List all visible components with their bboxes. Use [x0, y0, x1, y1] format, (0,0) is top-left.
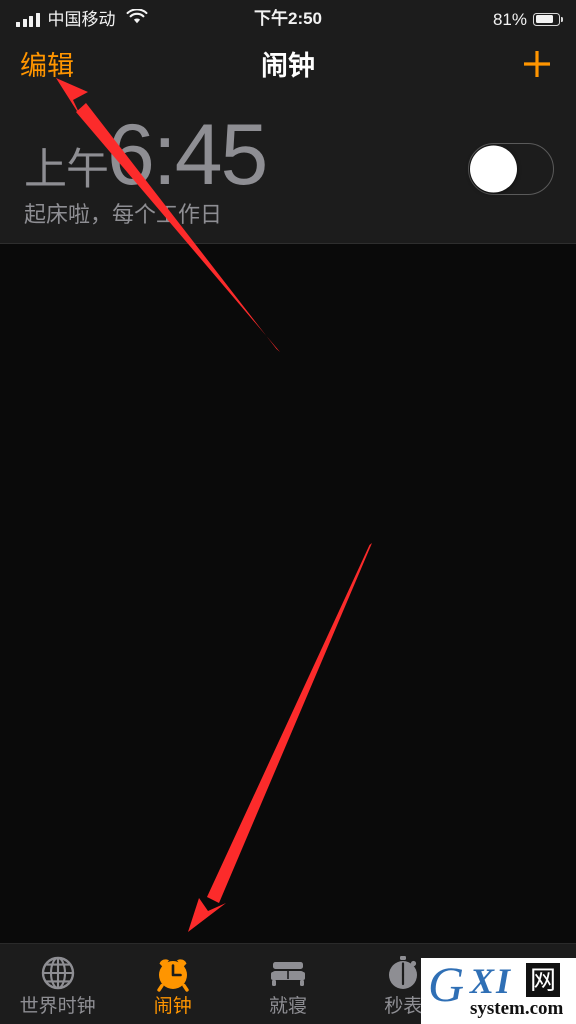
watermark: G XI 网 system.com: [421, 958, 576, 1024]
status-bar-right: 81%: [288, 9, 563, 29]
alarm-toggle[interactable]: [468, 143, 554, 195]
battery-icon: [533, 12, 563, 26]
battery-level-fill: [535, 15, 554, 23]
watermark-inner: G XI 网 system.com: [426, 958, 571, 1021]
tab-alarm[interactable]: 闹钟: [115, 944, 230, 1024]
carrier-label: 中国移动: [47, 9, 116, 29]
add-alarm-button[interactable]: [288, 45, 556, 88]
bed-icon: [266, 952, 310, 994]
empty-list-area: [0, 245, 576, 945]
alarm-time-line: 上午 6:45: [24, 112, 468, 198]
tab-label-alarm: 闹钟: [153, 996, 192, 1017]
alarm-time-label: 6:45: [107, 107, 268, 203]
watermark-char-wang: 网: [526, 963, 560, 997]
alarm-description-label: 起床啦，每个工作日: [24, 202, 223, 227]
watermark-letters-xi: XI: [470, 961, 513, 1001]
alarm-clock-icon: [152, 952, 194, 994]
tab-label-stopwatch: 秒表: [384, 996, 423, 1017]
clock-app-screen: 中国移动 下午2:50 81% 编辑 闹钟 上午 6:45 起床啦，每个工作日 …: [0, 0, 576, 1024]
alarm-list: 上午 6:45 起床啦，每个工作日: [0, 95, 576, 244]
plus-icon: [518, 45, 556, 88]
tab-world-clock[interactable]: 世界时钟: [0, 944, 115, 1024]
toggle-knob: [470, 145, 517, 193]
alarm-period-label: 上午: [24, 146, 109, 194]
edit-button[interactable]: 编辑: [20, 53, 288, 80]
navigation-bar: 编辑 闹钟: [0, 38, 576, 95]
watermark-letter-g: G: [428, 958, 465, 1012]
globe-icon: [37, 952, 79, 994]
stopwatch-icon: [382, 952, 424, 994]
watermark-domain: system.com: [470, 998, 564, 1019]
status-bar-left: 中国移动: [16, 7, 288, 30]
signal-bars-icon: [16, 12, 40, 27]
table-row[interactable]: 上午 6:45 起床啦，每个工作日: [0, 95, 576, 244]
tab-label-world-clock: 世界时钟: [19, 996, 96, 1017]
battery-percent-label: 81%: [492, 9, 527, 29]
wifi-icon: [126, 7, 148, 30]
alarm-info: 上午 6:45 起床啦，每个工作日: [24, 112, 468, 226]
status-bar: 中国移动 下午2:50 81%: [0, 0, 576, 38]
tab-label-bedtime: 就寝: [269, 996, 308, 1017]
tab-bedtime[interactable]: 就寝: [230, 944, 345, 1024]
